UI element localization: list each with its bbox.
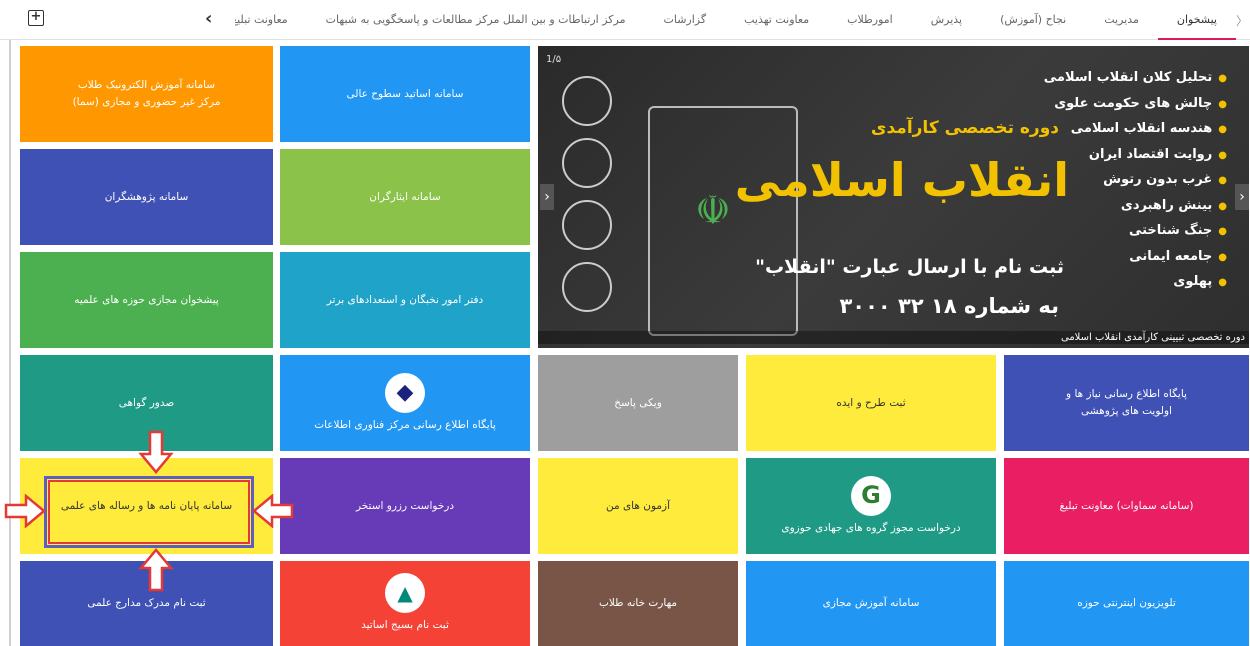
tile-basij[interactable]: ▲ ثبت نام بسیج اساتید [280, 561, 530, 646]
arrow-up-icon [138, 548, 174, 592]
tile-wiki[interactable]: ویکی پاسخ [538, 355, 738, 451]
slide-topic: روایت اقتصاد ایران [1044, 143, 1227, 169]
tabs-left-controls: + ‹ [0, 0, 235, 40]
tile-isargaran[interactable]: سامانه ایثارگران [280, 149, 530, 245]
tile-nokhbegan[interactable]: دفتر امور نخبگان و استعدادهای برتر [280, 252, 530, 348]
slide-topic: پهلوی [1044, 270, 1227, 296]
tile-pajouheshgaran[interactable]: سامانه پژوهشگران [20, 149, 273, 245]
arrow-left-icon [252, 494, 294, 528]
fanavari-logo-icon: ◆ [385, 372, 425, 413]
slide-topic: جامعه ایمانی [1044, 245, 1227, 271]
basij-logo-icon: ▲ [385, 573, 425, 613]
main-tabs: پیشخوان مدیریت نجاح (آموزش) پذیرش امورطل… [235, 0, 1250, 40]
tab-najah[interactable]: نجاح (آموزش) [981, 0, 1085, 40]
tile-maharat[interactable]: مهارت خانه طلاب [538, 561, 738, 646]
tile-television[interactable]: تلویزیون اینترنتی حوزه [1004, 561, 1249, 646]
arrow-right-icon [4, 494, 46, 528]
tab-modiriat[interactable]: مدیریت [1085, 0, 1158, 40]
slide-caption: دوره تخصصی تبیینی کارآمدی انقلاب اسلامی [538, 331, 1249, 344]
tile-basij-label: ثبت نام بسیج اساتید [361, 619, 449, 631]
tile-fanavari[interactable]: ◆ پایگاه اطلاع رسانی مرکز فناوری اطلاعات [280, 355, 530, 451]
slide-topic: غرب بدون رتوش [1044, 168, 1227, 194]
slide-topic: چالش های حکومت علوی [1044, 92, 1227, 118]
banner-slider[interactable]: ☫ 1/۵ تحلیل کلان انقلاب اسلامی چالش های … [538, 46, 1249, 348]
slide-topic: هندسه انقلاب اسلامی [1044, 117, 1227, 143]
tile-pajgah-niaz[interactable]: پایگاه اطلاع رسانی نیاز ها و اولویت های … [1004, 355, 1249, 451]
slide-register-text: ثبت نام با ارسال عبارت "انقلاب" [755, 256, 1064, 278]
tab-tahzib[interactable]: معاونت تهذیب [725, 0, 828, 40]
arrow-down-icon [138, 430, 174, 474]
slider-prev-button[interactable]: ‹ [540, 184, 554, 210]
slider-next-button[interactable]: ‹ [1235, 184, 1249, 210]
tile-azmoon[interactable]: آزمون های من [538, 458, 738, 554]
logo-emblem [562, 138, 612, 188]
tab-pishkhan[interactable]: پیشخوان [1157, 0, 1236, 40]
slide-subtitle: دوره تخصصی کارآمدی [870, 118, 1059, 138]
tab-ertebatat[interactable]: مرکز ارتباطات و بین الملل مرکز مطالعات و… [307, 0, 645, 40]
highlight-box-inner [48, 480, 250, 544]
tab-tabligh[interactable]: معاونت تبلیغ [235, 0, 307, 40]
sponsor-logos [552, 76, 612, 324]
emblem-icon: ☫ [695, 188, 731, 234]
tile-jahadi-label: درخواست مجوز گروه های جهادی حوزوی [781, 521, 961, 534]
slide-topic: بینش راهبردی [1044, 194, 1227, 220]
logo-mithaq [562, 200, 612, 250]
tile-sabt-tarh[interactable]: ثبت طرح و ایده [746, 355, 996, 451]
tile-fanavari-label: پایگاه اطلاع رسانی مرکز فناوری اطلاعات [314, 418, 496, 431]
slide-main-title: انقلاب اسلامی [734, 153, 1069, 207]
top-navigation-bar: 〈 پیشخوان مدیریت نجاح (آموزش) پذیرش امور… [0, 0, 1250, 40]
tab-gozareshat[interactable]: گزارشات [644, 0, 725, 40]
tile-jahadi[interactable]: G درخواست مجوز گروه های جهادی حوزوی [746, 458, 996, 554]
tile-asatid[interactable]: سامانه اساتید سطوح عالی [280, 46, 530, 142]
tab-omour-tollab[interactable]: امورطلاب [828, 0, 912, 40]
slide-number-text: به شماره ۱۸ ۳۲ ۳۰۰۰ [839, 294, 1059, 318]
logo-seal [562, 76, 612, 126]
logo-circle [562, 262, 612, 312]
add-icon[interactable]: + [28, 10, 44, 26]
slide-topic: جنگ شناختی [1044, 219, 1227, 245]
tile-samavat[interactable]: (سامانه سماوات) معاونت تبلیغ [1004, 458, 1249, 554]
left-border-line [9, 40, 11, 646]
tab-paziresh[interactable]: پذیرش [912, 0, 981, 40]
tile-amoozesh-majazi[interactable]: سامانه آموزش مجازی [746, 561, 996, 646]
slide-topics-list: تحلیل کلان انقلاب اسلامی چالش های حکومت … [1044, 66, 1227, 296]
slide-counter: 1/۵ [546, 54, 562, 65]
chevron-left-icon[interactable]: ‹ [205, 8, 212, 29]
jahadi-logo-icon: G [851, 475, 891, 516]
tile-estakhr[interactable]: درخواست رزرو استخر [280, 458, 530, 554]
podium-illustration: ☫ [648, 106, 798, 336]
tile-pishkhan-majazi[interactable]: پیشخوان مجازی حوزه های علمیه [20, 252, 273, 348]
slide-topic: تحلیل کلان انقلاب اسلامی [1044, 66, 1227, 92]
tile-sama[interactable]: سامانه آموزش الکترونیک طلاب مرکز غیر حضو… [20, 46, 273, 142]
